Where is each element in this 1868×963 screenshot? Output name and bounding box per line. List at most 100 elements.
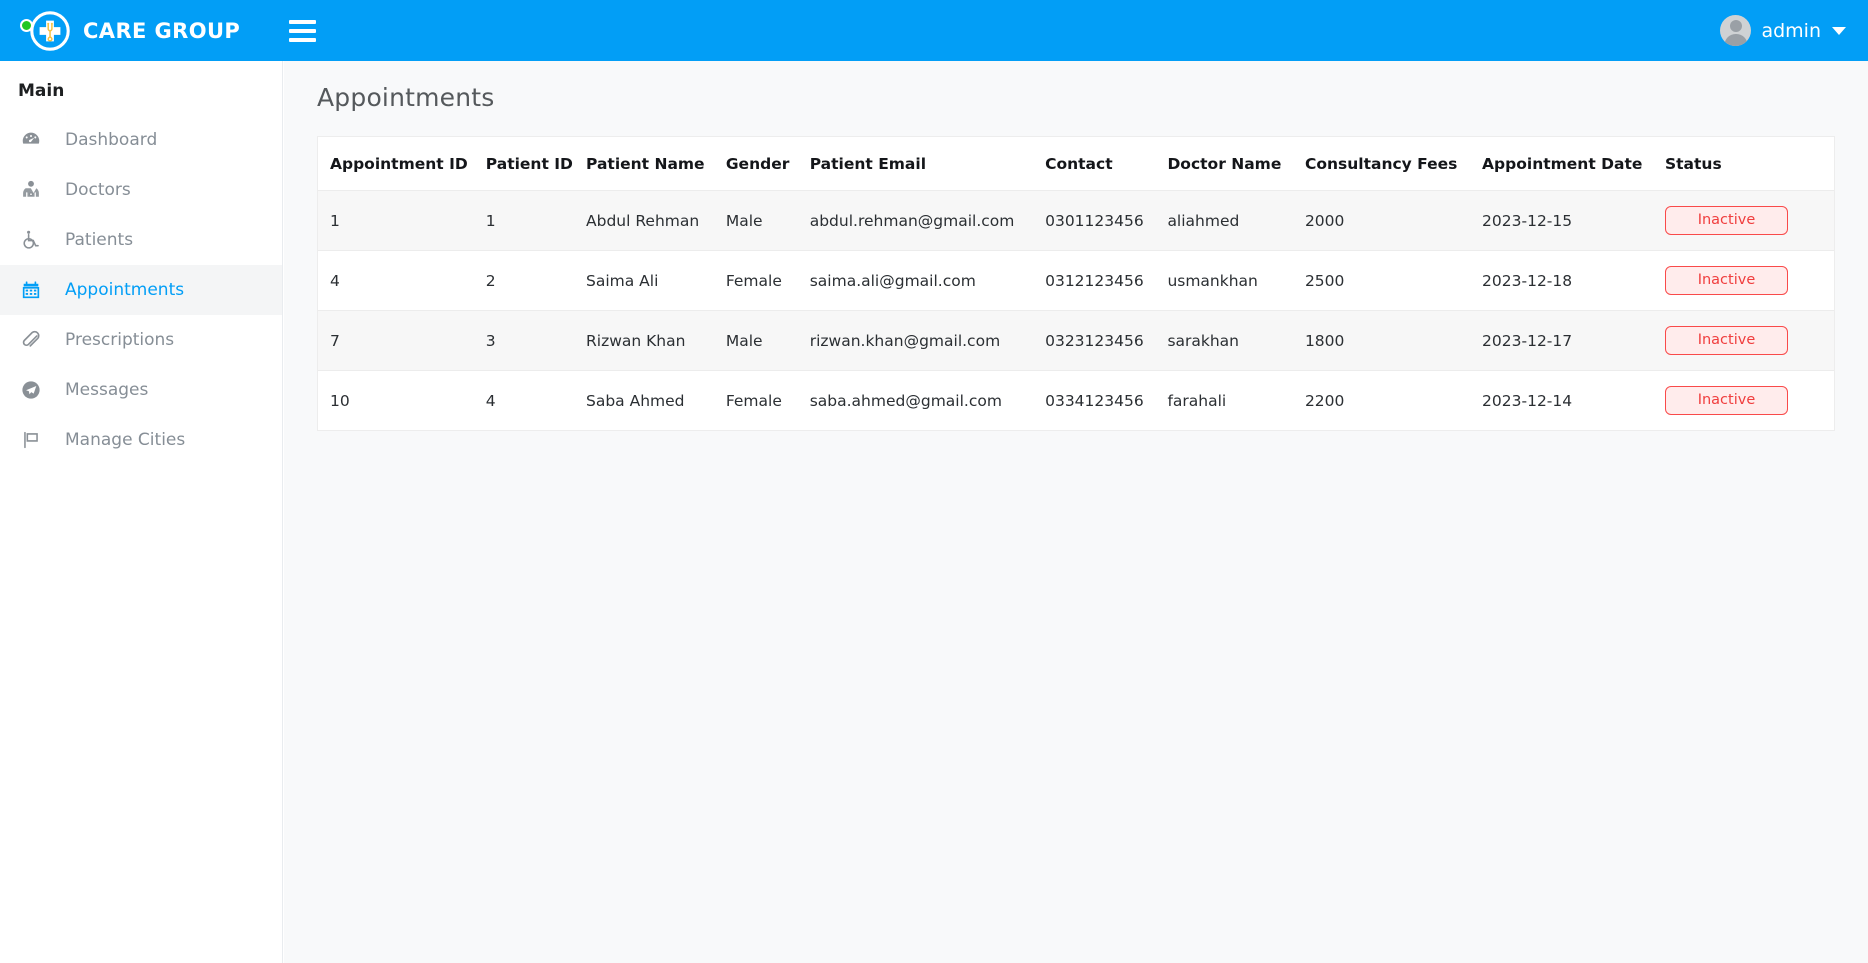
- column-header-patient-id[interactable]: Patient ID: [486, 137, 586, 191]
- cell-gender: Male: [726, 191, 810, 251]
- cell-status: Inactive: [1665, 191, 1834, 251]
- user-avatar-icon: [1720, 15, 1751, 46]
- cell-consultancy-fees: 1800: [1305, 311, 1482, 371]
- sidebar-item-messages[interactable]: Messages: [0, 365, 282, 415]
- sidebar-item-label: Dashboard: [65, 130, 157, 150]
- column-header-status[interactable]: Status: [1665, 137, 1834, 191]
- cell-appointment-id: 7: [318, 311, 486, 371]
- cell-patient-name: Rizwan Khan: [586, 311, 726, 371]
- cell-patient-name: Saba Ahmed: [586, 371, 726, 431]
- cell-doctor-name: farahali: [1167, 371, 1305, 431]
- table-header-row: Appointment ID Patient ID Patient Name G…: [318, 137, 1834, 191]
- paperclip-icon: [18, 329, 44, 351]
- cell-consultancy-fees: 2500: [1305, 251, 1482, 311]
- avatar-body: [1724, 34, 1747, 46]
- cell-patient-id: 1: [486, 191, 586, 251]
- cell-patient-id: 2: [486, 251, 586, 311]
- sidebar-item-label: Appointments: [65, 280, 184, 300]
- column-header-doctor-name[interactable]: Doctor Name: [1167, 137, 1305, 191]
- status-badge[interactable]: Inactive: [1665, 266, 1788, 295]
- cell-gender: Female: [726, 251, 810, 311]
- sidebar-item-label: Doctors: [65, 180, 131, 200]
- table-row[interactable]: 10 4 Saba Ahmed Female saba.ahmed@gmail.…: [318, 371, 1834, 431]
- status-badge[interactable]: Inactive: [1665, 386, 1788, 415]
- cell-doctor-name: usmankhan: [1167, 251, 1305, 311]
- cell-patient-name: Saima Ali: [586, 251, 726, 311]
- cell-consultancy-fees: 2000: [1305, 191, 1482, 251]
- sidebar: Main Dashboard Doctors Pat: [0, 61, 283, 963]
- status-badge[interactable]: Inactive: [1665, 326, 1788, 355]
- brand-name: CARE GROUP: [83, 19, 240, 43]
- cell-doctor-name: sarakhan: [1167, 311, 1305, 371]
- cell-consultancy-fees: 2200: [1305, 371, 1482, 431]
- hamburger-icon[interactable]: [289, 16, 323, 46]
- sidebar-item-patients[interactable]: Patients: [0, 215, 282, 265]
- cell-contact: 0312123456: [1045, 251, 1167, 311]
- cell-appointment-id: 1: [318, 191, 486, 251]
- table-head: Appointment ID Patient ID Patient Name G…: [318, 137, 1834, 191]
- cell-status: Inactive: [1665, 311, 1834, 371]
- cell-gender: Male: [726, 311, 810, 371]
- page-title: Appointments: [284, 61, 1868, 112]
- cell-appointment-id: 10: [318, 371, 486, 431]
- cell-appointment-date: 2023-12-14: [1482, 371, 1665, 431]
- table-row[interactable]: 1 1 Abdul Rehman Male abdul.rehman@gmail…: [318, 191, 1834, 251]
- column-header-appointment-date[interactable]: Appointment Date: [1482, 137, 1665, 191]
- main-content: Appointments Appointment ID Patient ID P…: [284, 61, 1868, 963]
- cell-appointment-date: 2023-12-18: [1482, 251, 1665, 311]
- cell-status: Inactive: [1665, 371, 1834, 431]
- column-header-patient-name[interactable]: Patient Name: [586, 137, 726, 191]
- hamburger-bar-3: [289, 38, 316, 42]
- cell-patient-email: abdul.rehman@gmail.com: [810, 191, 1045, 251]
- hamburger-bar-1: [289, 20, 316, 24]
- calendar-icon: [18, 279, 44, 301]
- appointments-table: Appointment ID Patient ID Patient Name G…: [318, 137, 1834, 430]
- column-header-patient-email[interactable]: Patient Email: [810, 137, 1045, 191]
- sidebar-item-dashboard[interactable]: Dashboard: [0, 115, 282, 165]
- top-navbar: CARE GROUP admin: [0, 0, 1868, 61]
- cell-contact: 0334123456: [1045, 371, 1167, 431]
- flag-icon: [18, 429, 44, 451]
- cell-appointment-id: 4: [318, 251, 486, 311]
- online-status-dot: [20, 19, 33, 32]
- sidebar-item-doctors[interactable]: Doctors: [0, 165, 282, 215]
- cell-doctor-name: aliahmed: [1167, 191, 1305, 251]
- cell-patient-email: saima.ali@gmail.com: [810, 251, 1045, 311]
- medical-cross-stethoscope-logo-icon: [30, 11, 70, 51]
- avatar-head: [1730, 20, 1742, 32]
- user-menu[interactable]: admin: [1720, 0, 1868, 61]
- cell-patient-email: saba.ahmed@gmail.com: [810, 371, 1045, 431]
- status-badge[interactable]: Inactive: [1665, 206, 1788, 235]
- cell-patient-name: Abdul Rehman: [586, 191, 726, 251]
- column-header-contact[interactable]: Contact: [1045, 137, 1167, 191]
- paper-plane-icon: [18, 379, 44, 401]
- column-header-consultancy-fees[interactable]: Consultancy Fees: [1305, 137, 1482, 191]
- hamburger-bar-2: [289, 29, 316, 33]
- cell-appointment-date: 2023-12-17: [1482, 311, 1665, 371]
- sidebar-item-prescriptions[interactable]: Prescriptions: [0, 315, 282, 365]
- appointments-table-card: Appointment ID Patient ID Patient Name G…: [317, 136, 1835, 431]
- cell-patient-id: 3: [486, 311, 586, 371]
- wheelchair-icon: [18, 229, 44, 251]
- cell-appointment-date: 2023-12-15: [1482, 191, 1665, 251]
- cell-patient-email: rizwan.khan@gmail.com: [810, 311, 1045, 371]
- cell-contact: 0323123456: [1045, 311, 1167, 371]
- cell-gender: Female: [726, 371, 810, 431]
- column-header-appointment-id[interactable]: Appointment ID: [318, 137, 486, 191]
- user-name-label: admin: [1761, 20, 1821, 42]
- sidebar-item-appointments[interactable]: Appointments: [0, 265, 282, 315]
- brand[interactable]: CARE GROUP: [0, 0, 283, 61]
- column-header-gender[interactable]: Gender: [726, 137, 810, 191]
- cell-patient-id: 4: [486, 371, 586, 431]
- sidebar-item-label: Prescriptions: [65, 330, 174, 350]
- table-row[interactable]: 7 3 Rizwan Khan Male rizwan.khan@gmail.c…: [318, 311, 1834, 371]
- sidebar-heading: Main: [0, 61, 282, 115]
- cell-contact: 0301123456: [1045, 191, 1167, 251]
- sidebar-item-manage-cities[interactable]: Manage Cities: [0, 415, 282, 465]
- cell-status: Inactive: [1665, 251, 1834, 311]
- gauge-icon: [18, 129, 44, 151]
- sidebar-item-label: Messages: [65, 380, 148, 400]
- caret-down-icon[interactable]: [1832, 27, 1846, 35]
- sidebar-item-label: Patients: [65, 230, 133, 250]
- table-row[interactable]: 4 2 Saima Ali Female saima.ali@gmail.com…: [318, 251, 1834, 311]
